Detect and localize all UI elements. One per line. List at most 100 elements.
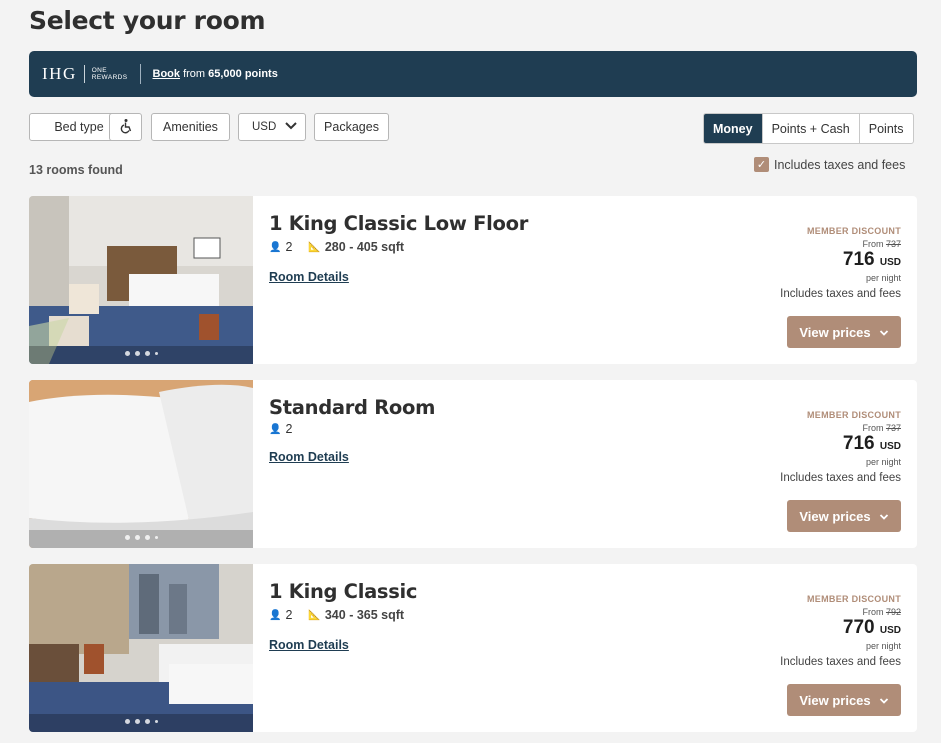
original-price: 792 <box>885 607 901 617</box>
wheelchair-icon <box>118 118 134 137</box>
view-prices-label: View prices <box>799 324 871 340</box>
original-price: 737 <box>885 423 901 433</box>
view-prices-button[interactable]: View prices <box>787 316 901 348</box>
price-value: 716 <box>842 249 875 270</box>
nightly-price: 716 USD <box>780 249 901 273</box>
payment-type-toggle: Money Points + Cash Points <box>703 113 914 144</box>
room-size: 280 - 405 sqft <box>324 240 405 254</box>
book-text-mid: from <box>180 68 209 80</box>
from-label: From <box>862 423 884 433</box>
per-night-label: per night <box>865 641 901 651</box>
price-currency: USD <box>879 441 901 452</box>
carousel-dot[interactable] <box>124 351 130 356</box>
room-details-link[interactable]: Room Details <box>269 270 349 284</box>
member-discount-badge: MEMBER DISCOUNT <box>807 410 901 420</box>
book-points: 65,000 points <box>208 68 278 80</box>
carousel-dots[interactable] <box>29 719 253 724</box>
room-specs: 👤 2 📐 280 - 405 sqft <box>269 240 404 254</box>
member-discount-badge: MEMBER DISCOUNT <box>807 226 901 236</box>
price-block: MEMBER DISCOUNT From 737 716 USD per nig… <box>780 226 901 300</box>
room-specs: 👤 2 📐 340 - 365 sqft <box>269 608 404 622</box>
room-photo[interactable] <box>29 564 253 732</box>
from-price: From 737 <box>780 239 901 249</box>
carousel-dot[interactable] <box>144 719 150 724</box>
ihg-rewards-banner: IHG ONE REWARDS Book from 65,000 points <box>29 51 917 97</box>
from-price: From 792 <box>780 607 901 617</box>
view-prices-label: View prices <box>799 692 871 708</box>
room-size-icon: 📐 <box>308 241 321 253</box>
price-block: MEMBER DISCOUNT From 792 770 USD per nig… <box>780 594 901 668</box>
room-size: 340 - 365 sqft <box>324 608 405 622</box>
book-link[interactable]: Book <box>153 68 181 80</box>
room-photo[interactable] <box>29 196 253 364</box>
nightly-price: 716 USD <box>780 433 901 457</box>
page-title: Select your room <box>29 6 266 35</box>
carousel-dot[interactable] <box>134 351 140 356</box>
room-card: Standard Room 👤 2 Room Details MEMBER DI… <box>29 380 917 548</box>
price-value: 716 <box>842 433 875 454</box>
room-name: 1 King Classic <box>269 580 418 603</box>
chevron-down-icon <box>879 325 889 340</box>
carousel-dot[interactable] <box>144 351 150 356</box>
ihg-logo-subtitle: ONE REWARDS <box>92 67 128 81</box>
room-details-link[interactable]: Room Details <box>269 638 349 652</box>
view-prices-label: View prices <box>799 508 871 524</box>
carousel-dots[interactable] <box>29 351 253 356</box>
accessibility-filter[interactable] <box>109 113 142 141</box>
includes-taxes-checkbox[interactable]: ✓ Includes taxes and fees <box>754 157 905 172</box>
view-prices-button[interactable]: View prices <box>787 500 901 532</box>
original-price: 737 <box>885 239 901 249</box>
currency-value: USD <box>252 121 277 133</box>
carousel-dot[interactable] <box>124 535 130 540</box>
member-discount-badge: MEMBER DISCOUNT <box>807 594 901 604</box>
room-card: 1 King Classic 👤 2 📐 340 - 365 sqft Room… <box>29 564 917 732</box>
from-price: From 737 <box>780 423 901 433</box>
taxes-note: Includes taxes and fees <box>780 656 901 668</box>
room-photo[interactable] <box>29 380 253 548</box>
carousel-dot[interactable] <box>154 536 158 539</box>
guest-count: 2 <box>285 422 293 436</box>
taxes-note: Includes taxes and fees <box>780 472 901 484</box>
price-currency: USD <box>879 257 901 268</box>
chevron-down-icon <box>879 509 889 524</box>
ihg-logo: IHG ONE REWARDS <box>42 64 128 84</box>
per-night-label: per night <box>865 273 901 283</box>
room-details-link[interactable]: Room Details <box>269 450 349 464</box>
carousel-dot[interactable] <box>124 719 130 724</box>
guests-icon: 👤 <box>269 423 282 435</box>
guest-count: 2 <box>285 240 293 254</box>
taxes-note: Includes taxes and fees <box>780 288 901 300</box>
chevron-down-icon <box>879 693 889 708</box>
ihg-logo-separator <box>83 65 85 83</box>
money-option[interactable]: Money <box>704 114 762 143</box>
price-currency: USD <box>879 625 901 636</box>
points-option[interactable]: Points <box>858 114 913 143</box>
price-block: MEMBER DISCOUNT From 737 716 USD per nig… <box>780 410 901 484</box>
carousel-dot[interactable] <box>134 719 140 724</box>
from-label: From <box>862 607 884 617</box>
nightly-price: 770 USD <box>780 617 901 641</box>
rooms-found-count: 13 rooms found <box>29 163 123 177</box>
amenities-filter[interactable]: Amenities <box>151 113 230 141</box>
packages-filter[interactable]: Packages <box>314 113 389 141</box>
carousel-dot[interactable] <box>144 535 150 540</box>
view-prices-button[interactable]: View prices <box>787 684 901 716</box>
carousel-dots[interactable] <box>29 535 253 540</box>
checkbox-checked-icon[interactable]: ✓ <box>754 157 769 172</box>
carousel-dot[interactable] <box>154 352 158 355</box>
room-name: Standard Room <box>269 396 436 419</box>
currency-select[interactable]: USD <box>238 113 306 141</box>
room-size-icon: 📐 <box>308 609 321 621</box>
points-cash-option[interactable]: Points + Cash <box>761 114 859 143</box>
guests-icon: 👤 <box>269 241 282 253</box>
chevron-down-icon <box>284 121 298 134</box>
carousel-dot[interactable] <box>134 535 140 540</box>
includes-taxes-label: Includes taxes and fees <box>774 157 906 172</box>
banner-divider <box>139 64 141 84</box>
guests-icon: 👤 <box>269 609 282 621</box>
per-night-label: per night <box>865 457 901 467</box>
banner-book-text: Book from 65,000 points <box>153 68 278 80</box>
ihg-logo-sub-line-2: REWARDS <box>91 74 128 81</box>
from-label: From <box>862 239 884 249</box>
carousel-dot[interactable] <box>154 720 158 723</box>
